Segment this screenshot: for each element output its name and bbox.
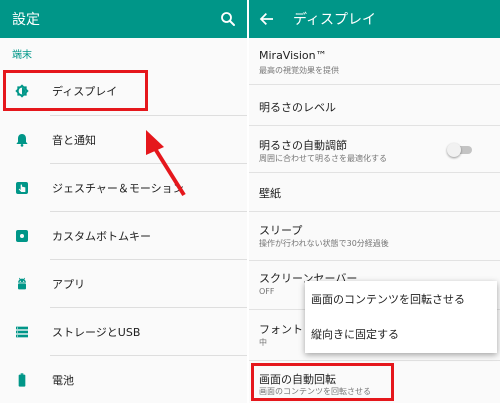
back-arrow-icon[interactable] [259,11,275,27]
display-item-subtitle: OFF [259,287,275,296]
settings-item-sound[interactable]: 音と通知 [0,116,247,164]
display-item-miravision[interactable]: MiraVision™ 最高の視覚効果を提供 [249,38,500,84]
menu-option-rotate-content[interactable]: 画面のコンテンツを回転させる [311,291,465,307]
display-item-title: スリープ [259,224,303,237]
display-item-subtitle: 最高の視覚効果を提供 [259,66,339,75]
settings-item-label: 電池 [52,374,74,387]
settings-item-bottom-key[interactable]: カスタムボトムキー [0,212,247,260]
display-item-title: 明るさの自動調節 [259,139,347,152]
display-item-auto-brightness[interactable]: 明るさの自動調節 周囲に合わせて明るさを最適化する [249,126,500,172]
display-item-subtitle: 周囲に合わせて明るさを最適化する [259,154,387,163]
rotation-options-menu: 画面のコンテンツを回転させる 縦向きに固定する [305,281,497,353]
android-icon [18,277,26,290]
bell-icon [16,134,28,147]
display-item-title: 明るさのレベル [259,101,336,114]
highlight-box-display [3,70,148,111]
red-arrow-icon [146,130,186,197]
settings-item-apps[interactable]: アプリ [0,260,247,308]
display-item-sleep[interactable]: スリープ 操作が行われない状態で30分経過後 [249,212,500,260]
settings-item-label: 音と通知 [52,134,96,147]
display-app-bar: ディスプレイ [249,0,500,38]
section-label-device: 端末 [12,50,32,61]
gesture-icon [16,182,28,194]
display-item-brightness-level[interactable]: 明るさのレベル [249,85,500,125]
page-title: ディスプレイ [293,12,377,28]
storage-icon [16,326,28,338]
settings-item-gesture[interactable]: ジェスチャー＆モーション [0,164,247,212]
settings-item-label: アプリ [52,278,85,291]
display-item-wallpaper[interactable]: 壁紙 [249,173,500,211]
settings-item-label: カスタムボトムキー [52,230,151,243]
search-icon[interactable] [219,10,237,28]
bottom-key-icon [16,230,28,242]
settings-item-storage[interactable]: ストレージとUSB [0,308,247,356]
highlight-box-auto-rotate [251,363,394,401]
battery-icon [18,373,26,387]
toggle-thumb [447,143,461,157]
menu-option-lock-portrait[interactable]: 縦向きに固定する [311,326,399,342]
page-title: 設定 [12,12,40,28]
display-item-title: フォント [259,323,303,336]
settings-app-bar: 設定 [0,0,247,38]
settings-item-battery[interactable]: 電池 [0,356,247,403]
auto-brightness-toggle[interactable] [447,143,472,157]
display-item-title: MiraVision™ [259,49,327,62]
display-item-title: 壁紙 [259,187,281,200]
display-item-subtitle: 操作が行われない状態で30分経過後 [259,239,389,248]
display-item-subtitle: 中 [259,338,267,347]
settings-panel: 設定 端末 ディスプレイ 音と通知 ジェスチャー＆モーション カスタムボトムキー… [0,0,247,403]
settings-item-label: ストレージとUSB [52,326,141,339]
